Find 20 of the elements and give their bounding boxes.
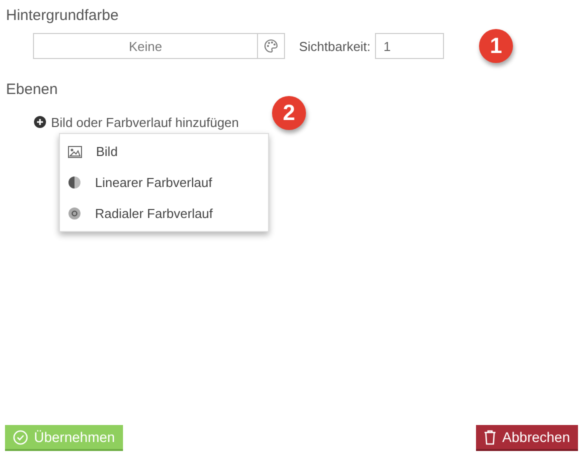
check-circle-icon	[13, 430, 28, 444]
palette-button[interactable]	[257, 33, 285, 59]
callout-number: 2	[272, 96, 306, 130]
section-title: Hintergrundfarbe	[6, 6, 120, 26]
image-icon	[68, 146, 82, 158]
add-layer-link[interactable]: Bild oder Farbverlauf hinzufügen	[34, 114, 239, 130]
menu-item[interactable]: Radialer Farbverlauf	[60, 198, 268, 229]
section-title: Ebenen	[6, 80, 59, 100]
visibility-label: Sichtbarkeit:	[299, 38, 371, 54]
menu-item[interactable]: Bild	[60, 136, 268, 167]
cancel-button[interactable]: Abbrechen	[476, 425, 578, 451]
visibility-field[interactable]: 1	[374, 33, 444, 59]
half-circle-icon	[68, 176, 81, 189]
palette-icon	[264, 39, 278, 53]
callout-number: 1	[479, 29, 513, 63]
trash-icon	[484, 430, 496, 444]
menu-item[interactable]: Linearer Farbverlauf	[60, 167, 268, 198]
color-field[interactable]: Keine	[33, 33, 257, 59]
ring-icon	[68, 207, 81, 220]
plus-circle-icon	[34, 116, 46, 128]
